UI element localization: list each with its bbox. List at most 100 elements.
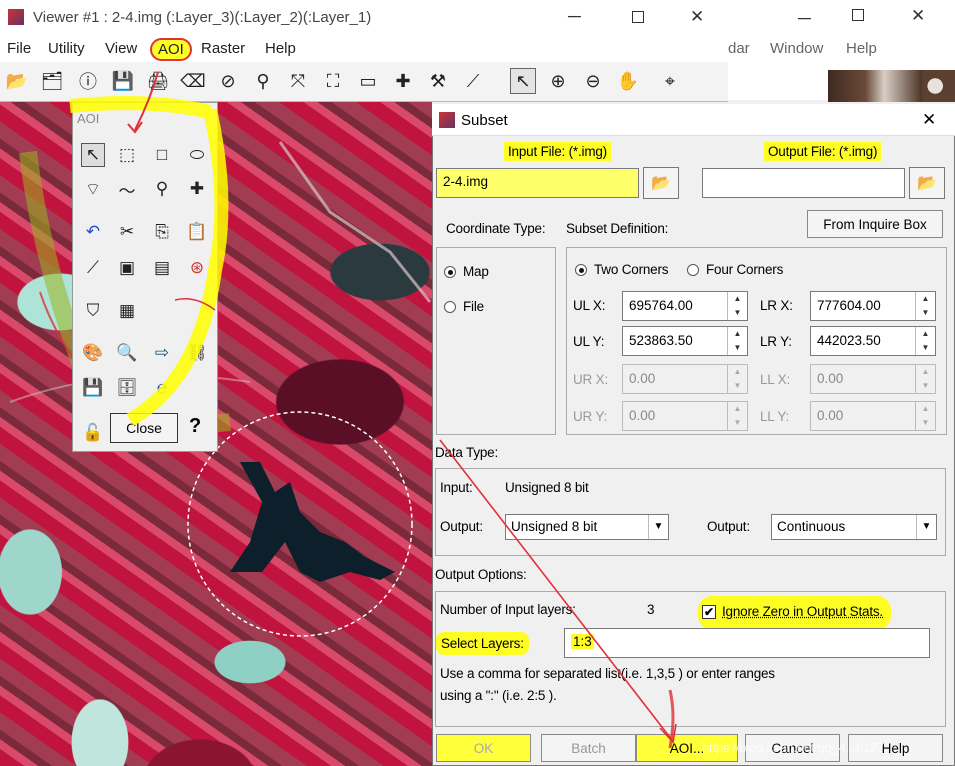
lrx-field[interactable]: 777604.00 ▲ ▼ bbox=[810, 291, 936, 321]
script-icon[interactable]: ℮ bbox=[150, 376, 174, 400]
ignore-zero-checkbox[interactable]: ✔ bbox=[702, 605, 716, 619]
profile-icon[interactable]: ⟋ bbox=[460, 68, 486, 94]
point-icon[interactable]: ✚ bbox=[185, 177, 209, 201]
pick-icon[interactable]: ⌖ bbox=[657, 68, 683, 94]
undo-icon[interactable]: ↶ bbox=[81, 220, 105, 244]
target-icon[interactable]: ⊛ bbox=[185, 256, 209, 280]
pointer-icon[interactable]: ↖ bbox=[510, 68, 536, 94]
output-type-select[interactable]: Unsigned 8 bit ▼ bbox=[505, 514, 669, 540]
menu-view[interactable]: View bbox=[105, 40, 137, 57]
chevron-down-icon[interactable]: ▼ bbox=[648, 515, 668, 539]
spinner-arrows-icon: ▲ ▼ bbox=[727, 365, 747, 393]
output-file-field[interactable] bbox=[702, 168, 905, 198]
bg-menu-window[interactable]: Window bbox=[770, 40, 823, 57]
from-inquire-box-button[interactable]: From Inquire Box bbox=[807, 210, 943, 238]
maximize-icon[interactable] bbox=[632, 11, 644, 23]
open-folder-icon[interactable]: 📂 bbox=[4, 68, 30, 94]
viewer-title: Viewer #1 : 2-4.img (:Layer_3)(:Layer_2)… bbox=[33, 9, 372, 26]
save-aoi-icon[interactable]: 💾 bbox=[81, 376, 105, 400]
eraser-icon[interactable]: ⌫ bbox=[180, 68, 206, 94]
select-layers-value: 1:3 bbox=[571, 634, 594, 649]
rectangle-dotted-icon[interactable]: ⬚ bbox=[115, 143, 139, 167]
menu-aoi[interactable]: AOI bbox=[150, 38, 192, 61]
info-icon[interactable]: ⓘ bbox=[75, 68, 101, 94]
link-icon[interactable]: ⛓ bbox=[185, 341, 209, 365]
viewer-menubar: File Utility View AOI Raster Help bbox=[0, 36, 728, 62]
lock-icon[interactable]: 🔓 bbox=[81, 421, 105, 445]
output-mode-select[interactable]: Continuous ▼ bbox=[771, 514, 937, 540]
group-icon[interactable]: ▣ bbox=[115, 256, 139, 280]
help-icon[interactable]: ? bbox=[189, 415, 201, 438]
paste-icon[interactable]: 📋 bbox=[185, 220, 209, 244]
menu-utility[interactable]: Utility bbox=[48, 40, 85, 57]
reshape-icon[interactable]: ⟋ bbox=[81, 256, 105, 280]
ignore-zero-label[interactable]: Ignore Zero in Output Stats. bbox=[722, 604, 883, 619]
batch-button[interactable]: Batch bbox=[541, 734, 636, 762]
close-button[interactable]: Close bbox=[110, 413, 178, 443]
zoom-extent-icon[interactable]: ⛶ bbox=[320, 68, 346, 94]
lry-field[interactable]: 442023.50 ▲ ▼ bbox=[810, 326, 936, 356]
maximize-icon[interactable] bbox=[852, 9, 864, 21]
spinner-arrows-icon[interactable]: ▲ ▼ bbox=[727, 327, 747, 355]
open-folder-icon[interactable]: 📂 bbox=[643, 167, 679, 199]
spinner-arrows-icon[interactable]: ▲ ▼ bbox=[915, 327, 935, 355]
seed-tool-icon[interactable]: ⚲ bbox=[150, 177, 174, 201]
menu-file[interactable]: File bbox=[7, 40, 31, 57]
fit-icon[interactable]: ⤧ bbox=[285, 68, 311, 94]
radio-file[interactable]: File bbox=[444, 299, 484, 314]
load-aoi-icon[interactable]: 🗄 bbox=[115, 376, 139, 400]
output-mode-value: Continuous bbox=[777, 519, 846, 534]
ungroup-icon[interactable]: ▤ bbox=[150, 256, 174, 280]
uly-field[interactable]: 523863.50 ▲ ▼ bbox=[622, 326, 748, 356]
close-icon[interactable]: ✕ bbox=[911, 6, 925, 26]
crosshair-icon[interactable]: ✚ bbox=[390, 68, 416, 94]
cut-icon[interactable]: ✂ bbox=[115, 220, 139, 244]
copy-icon[interactable]: ⎘ bbox=[150, 220, 174, 244]
pan-hand-icon[interactable]: ✋ bbox=[615, 68, 641, 94]
output-type-label: Output: bbox=[440, 519, 483, 534]
zoom-in-icon[interactable]: ⊕ bbox=[545, 68, 571, 94]
lrx-label: LR X: bbox=[760, 298, 793, 313]
spinner-arrows-icon[interactable]: ▲ ▼ bbox=[915, 292, 935, 320]
aoi-palette-title: AOI bbox=[77, 111, 100, 126]
radio-two-corners[interactable]: Two Corners bbox=[575, 262, 669, 277]
minimize-icon[interactable]: ─ bbox=[798, 8, 811, 29]
spinner-arrows-icon: ▲ ▼ bbox=[915, 402, 935, 430]
open-layer-icon[interactable]: 🗂 bbox=[39, 68, 65, 94]
radio-map[interactable]: Map bbox=[444, 264, 489, 279]
ruler-icon[interactable]: ▭ bbox=[355, 68, 381, 94]
style-icon[interactable]: ⛉ bbox=[81, 299, 105, 323]
export-icon[interactable]: ⇨ bbox=[150, 341, 174, 365]
print-icon[interactable]: 🖨 bbox=[145, 68, 171, 94]
inquire-icon[interactable]: ⚲ bbox=[250, 68, 276, 94]
chevron-down-icon[interactable]: ▼ bbox=[916, 515, 936, 539]
lry-label: LR Y: bbox=[760, 334, 792, 349]
radio-four-corners[interactable]: Four Corners bbox=[687, 262, 783, 277]
rectangle-icon[interactable]: □ bbox=[150, 143, 174, 167]
ellipse-icon[interactable]: ⬭ bbox=[185, 143, 209, 167]
menu-help[interactable]: Help bbox=[265, 40, 296, 57]
input-file-field[interactable]: 2-4.img bbox=[436, 168, 639, 198]
spinner-arrows-icon[interactable]: ▲ ▼ bbox=[727, 292, 747, 320]
ulx-field[interactable]: 695764.00 ▲ ▼ bbox=[622, 291, 748, 321]
palette-icon[interactable]: 🎨 bbox=[81, 341, 105, 365]
select-layers-field[interactable]: 1:3 bbox=[564, 628, 930, 658]
measure-icon[interactable]: ⊘ bbox=[215, 68, 241, 94]
zoom-aoi-icon[interactable]: 🔍 bbox=[115, 341, 139, 365]
minimize-icon[interactable]: ─ bbox=[568, 6, 581, 27]
aoi-tool-palette: AOI ↖ ⬚ □ ⬭ ⌔ 〜 ⚲ ✚ ↶ ✂ ⎘ 📋 ⟋ ▣ ▤ ⊛ ⛉ ▦ … bbox=[72, 102, 218, 452]
menu-raster[interactable]: Raster bbox=[201, 40, 245, 57]
polyline-icon[interactable]: 〜 bbox=[115, 177, 139, 201]
open-folder-icon[interactable]: 📂 bbox=[909, 167, 945, 199]
properties-icon[interactable]: ▦ bbox=[115, 299, 139, 323]
llx-field: 0.00 ▲ ▼ bbox=[810, 364, 936, 394]
polygon-icon[interactable]: ⌔ bbox=[81, 177, 105, 201]
ok-button[interactable]: OK bbox=[436, 734, 531, 762]
close-icon[interactable]: ✕ bbox=[690, 7, 704, 27]
bg-menu-help[interactable]: Help bbox=[846, 40, 877, 57]
zoom-out-icon[interactable]: ⊖ bbox=[580, 68, 606, 94]
pointer-icon[interactable]: ↖ bbox=[81, 143, 105, 167]
close-icon[interactable]: ✕ bbox=[922, 110, 936, 130]
hammer-icon[interactable]: ⚒ bbox=[425, 68, 451, 94]
save-icon[interactable]: 💾 bbox=[110, 68, 136, 94]
